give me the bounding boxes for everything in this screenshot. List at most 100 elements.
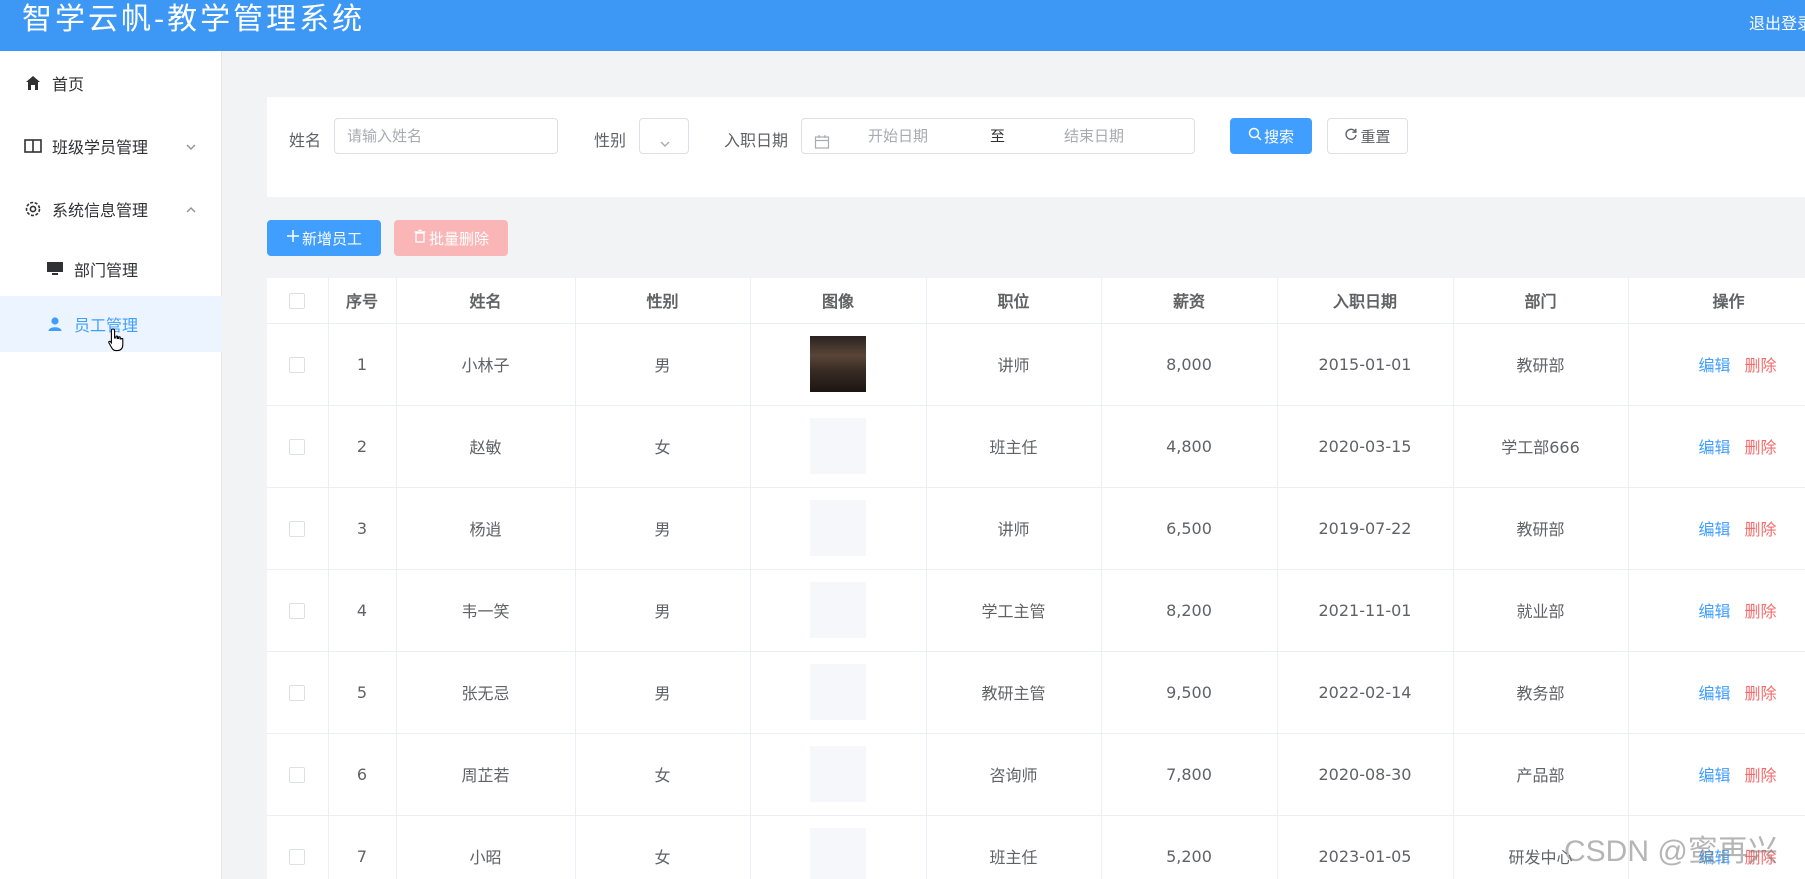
cell-no: 7 — [328, 815, 397, 879]
calendar-icon — [814, 128, 830, 162]
row-select-cell — [267, 323, 329, 406]
reset-button[interactable]: 重置 — [1327, 118, 1408, 154]
employee-avatar — [810, 336, 866, 392]
cell-photo — [750, 733, 927, 816]
cell-department: 教研部 — [1453, 323, 1629, 406]
column-header: 操作 — [1628, 278, 1805, 324]
chevron-down-icon — [184, 139, 198, 153]
app-title: 智学云帆-教学管理系统 — [22, 2, 366, 37]
cell-job: 教研主管 — [926, 651, 1102, 734]
cell-hire-date: 2022-02-14 — [1277, 651, 1454, 734]
table-row: 3 杨逍男讲师 6,500 2019-07-22 教研部 编辑 删除 — [267, 487, 1805, 570]
row-select-cell — [267, 651, 329, 734]
hire-date-range-picker[interactable]: 开始日期 至 结束日期 — [801, 118, 1195, 154]
refresh-icon — [1344, 127, 1358, 145]
sidebar-item-label: 部门管理 — [74, 261, 139, 280]
cell-actions: 编辑 删除 — [1628, 487, 1805, 570]
plus-icon — [286, 229, 300, 247]
row-checkbox[interactable] — [289, 439, 306, 455]
cell-hire-date: 2020-03-15 — [1277, 405, 1454, 488]
edit-button[interactable]: 编辑 — [1699, 602, 1731, 621]
delete-button[interactable]: 删除 — [1745, 438, 1777, 457]
column-header: 部门 — [1453, 278, 1629, 324]
employee-avatar — [810, 664, 866, 720]
gender-select[interactable] — [639, 118, 689, 154]
employee-avatar — [810, 582, 866, 638]
edit-button[interactable]: 编辑 — [1699, 684, 1731, 703]
delete-button[interactable]: 删除 — [1745, 684, 1777, 703]
top-header: 智学云帆-教学管理系统 退出登录 — [0, 0, 1805, 51]
delete-button[interactable]: 删除 — [1745, 356, 1777, 375]
sidebar-item-department[interactable]: 部门管理 — [0, 241, 222, 297]
sidebar: 首页 班级学员管理 系统信息管理 部门管理 员工管理 — [0, 51, 222, 879]
delete-button[interactable]: 删除 — [1745, 602, 1777, 621]
column-header: 入职日期 — [1277, 278, 1454, 324]
employee-avatar — [810, 828, 866, 879]
row-select-cell — [267, 569, 329, 652]
select-all-checkbox[interactable] — [289, 293, 306, 310]
cell-gender: 男 — [575, 323, 751, 406]
cell-no: 4 — [328, 569, 397, 652]
cell-photo — [750, 815, 927, 879]
sidebar-item-home[interactable]: 首页 — [0, 55, 222, 111]
date-range-separator: 至 — [990, 127, 1006, 145]
cell-job: 班主任 — [926, 815, 1102, 879]
sidebar-item-system-info[interactable]: 系统信息管理 — [0, 181, 222, 237]
end-date-input[interactable]: 结束日期 — [1064, 119, 1124, 153]
row-select-cell — [267, 487, 329, 570]
cell-salary: 6,500 — [1101, 487, 1278, 570]
row-checkbox[interactable] — [289, 357, 306, 373]
add-employee-label: 新增员工 — [301, 229, 362, 248]
sidebar-item-label: 班级学员管理 — [52, 138, 149, 157]
logout-link[interactable]: 退出登录 — [1749, 10, 1805, 34]
row-checkbox[interactable] — [289, 521, 306, 537]
batch-delete-button[interactable]: 批量删除 — [394, 220, 508, 256]
hire-date-label: 入职日期 — [724, 131, 789, 150]
sidebar-item-class-students[interactable]: 班级学员管理 — [0, 118, 222, 174]
cell-actions: 编辑 删除 — [1628, 405, 1805, 488]
employee-table: 序号 姓名 性别 图像 职位 薪资 入职日期 部门 操作 1 小林子男讲师 8,00… — [267, 278, 1805, 879]
cell-gender: 男 — [575, 487, 751, 570]
delete-button[interactable]: 删除 — [1745, 520, 1777, 539]
cell-no: 5 — [328, 651, 397, 734]
employee-avatar — [810, 746, 866, 802]
edit-button[interactable]: 编辑 — [1699, 766, 1731, 785]
name-search-input[interactable]: 请输入姓名 — [334, 118, 558, 154]
sidebar-item-label: 系统信息管理 — [52, 201, 149, 220]
search-button[interactable]: 搜索 — [1230, 118, 1312, 154]
cell-salary: 9,500 — [1101, 651, 1278, 734]
table-row: 1 小林子男讲师 8,000 2015-01-01 教研部 编辑 删除 — [267, 323, 1805, 406]
cell-no: 2 — [328, 405, 397, 488]
cell-photo — [750, 569, 927, 652]
row-checkbox[interactable] — [289, 603, 306, 619]
column-header: 薪资 — [1101, 278, 1278, 324]
row-checkbox[interactable] — [289, 685, 306, 701]
delete-button[interactable]: 删除 — [1745, 766, 1777, 785]
row-checkbox[interactable] — [289, 849, 306, 865]
cell-no: 3 — [328, 487, 397, 570]
cell-gender: 女 — [575, 815, 751, 879]
search-button-label: 搜索 — [1263, 127, 1294, 146]
cell-name: 小昭 — [396, 815, 576, 879]
cell-job: 学工主管 — [926, 569, 1102, 652]
row-checkbox[interactable] — [289, 767, 306, 783]
cell-actions: 编辑 删除 — [1628, 651, 1805, 734]
cell-name: 张无忌 — [396, 651, 576, 734]
watermark: CSDN @蜜再兴 — [1564, 835, 1778, 868]
edit-button[interactable]: 编辑 — [1699, 356, 1731, 375]
column-header: 姓名 — [396, 278, 576, 324]
cell-photo — [750, 405, 927, 488]
start-date-input[interactable]: 开始日期 — [868, 119, 928, 153]
user-icon — [45, 314, 65, 334]
table-row: 4 韦一笑男学工主管 8,200 2021-11-01 就业部 编辑 删除 — [267, 569, 1805, 652]
edit-button[interactable]: 编辑 — [1699, 520, 1731, 539]
add-employee-button[interactable]: 新增员工 — [267, 220, 381, 256]
cell-salary: 7,800 — [1101, 733, 1278, 816]
sidebar-item-label: 首页 — [52, 75, 85, 94]
cell-department: 就业部 — [1453, 569, 1629, 652]
edit-button[interactable]: 编辑 — [1699, 438, 1731, 457]
cell-job: 咨询师 — [926, 733, 1102, 816]
cell-no: 6 — [328, 733, 397, 816]
cell-hire-date: 2019-07-22 — [1277, 487, 1454, 570]
cell-actions: 编辑 删除 — [1628, 323, 1805, 406]
